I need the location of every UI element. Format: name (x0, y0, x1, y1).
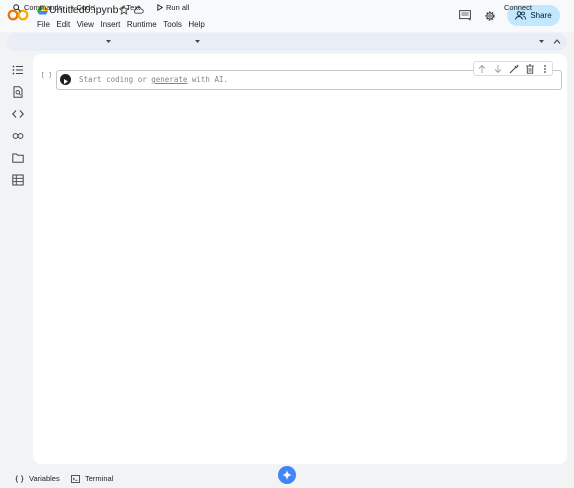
play-icon (157, 4, 163, 11)
variables-button[interactable]: Variables (15, 474, 60, 483)
gemini-sparkle-icon (282, 470, 292, 480)
settings-gear-icon[interactable] (484, 10, 496, 22)
cell-placeholder[interactable]: Start coding or generate with AI. (79, 75, 228, 84)
notebook-area (33, 54, 567, 464)
table-of-contents-icon[interactable] (12, 64, 24, 76)
share-label: Share (530, 11, 552, 20)
play-icon (64, 79, 68, 84)
chevron-up-icon[interactable] (553, 38, 561, 45)
menu-runtime[interactable]: Runtime (127, 20, 157, 29)
menu-file[interactable]: File (37, 20, 50, 29)
code-snippets-icon[interactable] (12, 108, 24, 120)
cell-execution-count: [ ] (41, 72, 52, 79)
generate-link[interactable]: generate (151, 75, 187, 84)
cell-toolbar (473, 61, 553, 76)
run-cell-button[interactable] (60, 74, 71, 85)
notebook-toolbar (6, 33, 567, 51)
commands-button[interactable]: Commands (13, 3, 62, 12)
menu-edit[interactable]: Edit (56, 20, 70, 29)
more-options-icon[interactable] (540, 64, 550, 74)
run-all-button[interactable]: Run all (157, 3, 189, 12)
add-text-button[interactable]: + Text (120, 3, 140, 12)
folder-icon[interactable] (12, 152, 24, 164)
delete-icon[interactable] (525, 64, 535, 74)
chevron-down-icon[interactable] (105, 39, 112, 44)
menu-help[interactable]: Help (188, 20, 204, 29)
comment-icon[interactable] (459, 10, 471, 21)
move-cell-down-icon[interactable] (493, 64, 503, 74)
secrets-key-icon[interactable] (12, 130, 24, 142)
chevron-down-icon[interactable] (194, 39, 201, 44)
gemini-button[interactable] (278, 466, 296, 484)
terminal-icon (71, 474, 80, 483)
find-replace-icon[interactable] (12, 86, 24, 98)
menu-tools[interactable]: Tools (163, 20, 182, 29)
terminal-button[interactable]: Terminal (71, 474, 113, 483)
menu-bar: File Edit View Insert Runtime Tools Help (37, 20, 211, 29)
menu-view[interactable]: View (77, 20, 94, 29)
chevron-down-icon[interactable] (538, 39, 545, 44)
add-code-button[interactable]: + Code (70, 3, 94, 12)
edit-magic-icon[interactable] (509, 64, 519, 74)
connect-button[interactable]: Connect (504, 3, 532, 12)
search-icon (13, 3, 21, 12)
curly-braces-icon (15, 474, 24, 483)
menu-insert[interactable]: Insert (100, 20, 120, 29)
move-cell-up-icon[interactable] (477, 64, 487, 74)
data-table-icon[interactable] (12, 174, 24, 186)
people-icon (515, 11, 527, 20)
